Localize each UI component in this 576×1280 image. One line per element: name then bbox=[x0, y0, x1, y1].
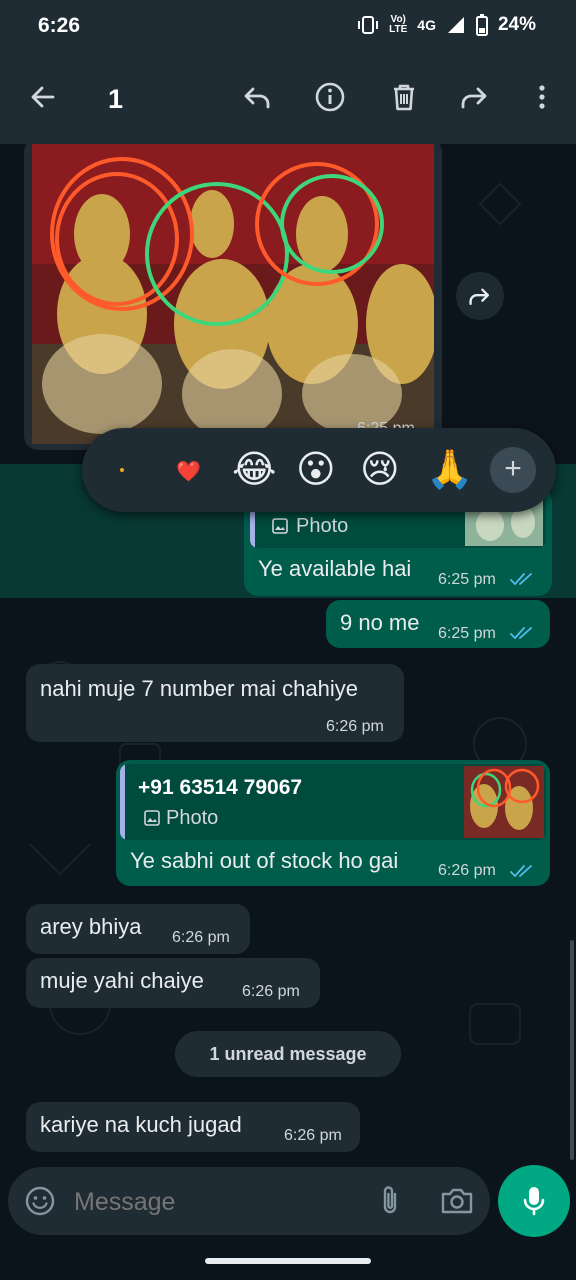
emoji-icon[interactable] bbox=[24, 1185, 56, 1217]
unread-divider: 1 unread message bbox=[175, 1031, 401, 1077]
message-text: Ye sabhi out of stock ho gai bbox=[130, 848, 399, 873]
read-receipt-icon bbox=[510, 627, 532, 640]
selected-count: 1 bbox=[108, 84, 124, 114]
volte-label: Vo) LTE bbox=[389, 15, 407, 35]
forward-icon[interactable] bbox=[458, 80, 492, 114]
message-text: 9 no me bbox=[340, 610, 420, 635]
microphone-icon bbox=[523, 1187, 545, 1216]
battery-icon bbox=[475, 14, 488, 36]
message-text: arey bhiya bbox=[40, 914, 142, 939]
quote-thumbnail bbox=[464, 766, 544, 838]
unread-label: 1 unread message bbox=[209, 1044, 367, 1064]
message-time: 6:25 pm bbox=[438, 625, 496, 642]
forward-icon bbox=[469, 288, 490, 306]
reaction-dot bbox=[120, 468, 124, 472]
laughing-reaction[interactable]: 😂 bbox=[232, 448, 276, 492]
voice-message-button[interactable] bbox=[498, 1165, 570, 1237]
back-arrow-icon[interactable] bbox=[26, 80, 60, 114]
battery-percent: 24% bbox=[497, 14, 536, 35]
quote-label: Photo bbox=[166, 807, 219, 829]
photo-thumbnail[interactable] bbox=[32, 144, 434, 444]
scrollbar[interactable] bbox=[570, 940, 574, 1160]
quote-author: +91 63514 79067 bbox=[138, 776, 303, 799]
vibrate-icon bbox=[358, 16, 379, 34]
message-time: 6:26 pm bbox=[438, 862, 496, 879]
message-text: Ye available hai bbox=[258, 556, 412, 581]
message-time: 6:26 pm bbox=[284, 1127, 342, 1144]
message-text: kariye na kuch jugad bbox=[40, 1112, 242, 1137]
message-input[interactable] bbox=[72, 1180, 366, 1224]
message-time: 6:26 pm bbox=[242, 983, 300, 1000]
status-icons: Vo) LTE 4G 24% bbox=[357, 14, 536, 36]
add-reaction-button[interactable]: + bbox=[490, 447, 536, 493]
photo-icon bbox=[144, 810, 160, 826]
forward-media-button[interactable] bbox=[456, 272, 504, 320]
attach-icon[interactable] bbox=[378, 1184, 402, 1218]
status-time: 6:26 bbox=[38, 14, 81, 37]
delete-icon[interactable] bbox=[387, 80, 421, 114]
photo-icon bbox=[272, 518, 288, 534]
reply-icon[interactable] bbox=[240, 80, 274, 114]
quote-label: Photo bbox=[296, 515, 349, 537]
more-options-icon[interactable] bbox=[525, 80, 559, 114]
sad-reaction[interactable]: 😢 bbox=[360, 448, 400, 492]
volte-bottom: LTE bbox=[389, 24, 408, 35]
message-text: muje yahi chaiye bbox=[40, 968, 204, 993]
heart-reaction[interactable]: ❤️ bbox=[176, 450, 201, 494]
camera-icon[interactable] bbox=[440, 1187, 474, 1215]
message-time: 6:26 pm bbox=[326, 718, 384, 735]
gesture-navigation-handle[interactable] bbox=[205, 1258, 371, 1264]
pray-reaction[interactable]: 🙏 bbox=[426, 448, 473, 492]
network-type: 4G bbox=[417, 17, 436, 33]
message-time: 6:25 pm bbox=[438, 571, 496, 588]
quote-accent-bar bbox=[120, 764, 125, 840]
signal-icon bbox=[447, 17, 464, 33]
message-time: 6:26 pm bbox=[172, 929, 230, 946]
info-icon[interactable] bbox=[313, 80, 347, 114]
message-text: nahi muje 7 number mai chahiye bbox=[40, 676, 358, 701]
surprised-reaction[interactable]: 😮 bbox=[296, 448, 336, 492]
read-receipt-icon bbox=[510, 865, 532, 878]
read-receipt-icon bbox=[510, 573, 532, 586]
